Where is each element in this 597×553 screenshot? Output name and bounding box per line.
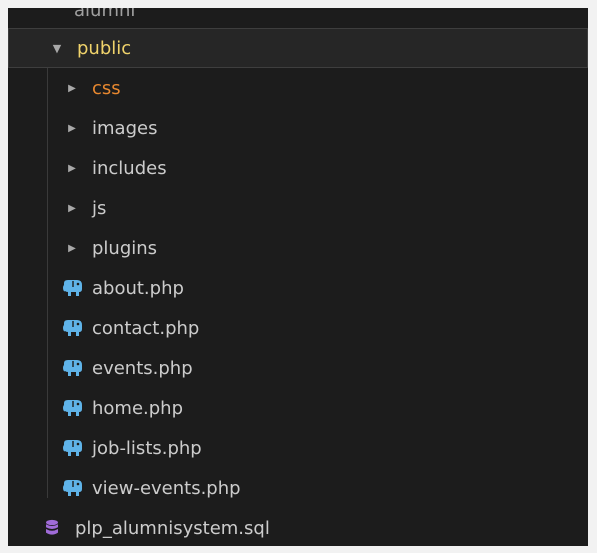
folder-plugins[interactable]: ▶ plugins [8,228,588,268]
php-elephant-icon [63,320,82,336]
file-home-php[interactable]: home.php [8,388,588,428]
file-events-php[interactable]: events.php [8,348,588,388]
folder-label: public [77,37,132,59]
file-contact-php[interactable]: contact.php [8,308,588,348]
file-job-lists-php[interactable]: job-lists.php [8,428,588,468]
database-icon [46,519,58,535]
chevron-right-icon[interactable]: ▶ [66,202,78,214]
file-label: home.php [92,397,184,419]
folder-label: plugins [92,237,158,259]
file-explorer: alumni ▼ public ▶ css ▶ images ▶ include… [8,8,588,546]
file-label: plp_alumnisystem.sql [75,517,270,539]
php-elephant-icon [63,480,82,496]
file-label: events.php [92,357,193,379]
folder-label: js [92,197,107,219]
chevron-right-icon[interactable]: ▶ [66,242,78,254]
chevron-right-icon[interactable]: ▶ [66,162,78,174]
tree-item-label: alumni [74,8,136,21]
chevron-down-icon[interactable]: ▼ [51,42,63,55]
folder-label: images [92,117,158,139]
chevron-right-icon[interactable]: ▶ [66,122,78,134]
file-label: about.php [92,277,184,299]
file-label: contact.php [92,317,200,339]
tree-item-alumni[interactable]: alumni [8,8,588,30]
folder-js[interactable]: ▶ js [8,188,588,228]
php-elephant-icon [63,280,82,296]
folder-images[interactable]: ▶ images [8,108,588,148]
file-label: job-lists.php [92,437,202,459]
folder-public[interactable]: ▼ public [8,28,588,68]
folder-label: includes [92,157,167,179]
chevron-right-icon[interactable]: ▶ [66,82,78,94]
file-about-php[interactable]: about.php [8,268,588,308]
file-label: view-events.php [92,477,241,499]
php-elephant-icon [63,400,82,416]
file-view-events-php[interactable]: view-events.php [8,468,588,508]
folder-css[interactable]: ▶ css [8,68,588,108]
php-elephant-icon [63,440,82,456]
folder-includes[interactable]: ▶ includes [8,148,588,188]
php-elephant-icon [63,360,82,376]
file-plp-alumnisystem-sql[interactable]: plp_alumnisystem.sql [8,508,588,546]
folder-label: css [92,77,121,99]
